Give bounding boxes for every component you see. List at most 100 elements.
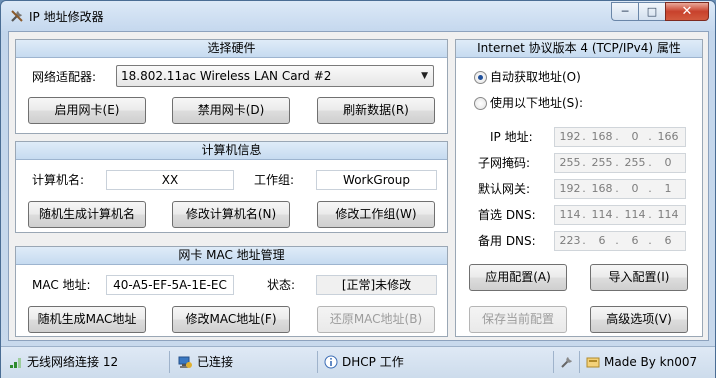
ip-octet: 6 <box>664 234 672 247</box>
auto-address-radio[interactable] <box>474 71 487 84</box>
ip-octet: 255 <box>624 156 646 169</box>
subnet-mask-field[interactable]: 255. 255. 255. 0 <box>554 153 686 173</box>
author-label: Made By kn007 <box>604 355 698 369</box>
dot: . <box>648 208 652 221</box>
connection-state: 已连接 <box>197 355 234 369</box>
divider <box>169 351 170 373</box>
alternate-dns-label: 备用 DNS: <box>478 234 536 248</box>
mac-address-field[interactable]: 40-A5-EF-5A-1E-EC <box>106 275 234 295</box>
ip-octet: 255 <box>559 156 581 169</box>
ip-octet: 166 <box>657 130 679 143</box>
author-icon <box>586 357 600 368</box>
network-signal-icon <box>10 358 21 368</box>
window-controls: ─ □ ✕ <box>611 2 709 22</box>
ip-octet: 0 <box>664 156 672 169</box>
chevron-down-icon: ▼ <box>421 71 428 81</box>
mac-status-field: [正常]未修改 <box>316 275 437 295</box>
random-computer-name-button[interactable]: 随机生成计算机名 <box>28 201 146 228</box>
divider <box>317 351 318 373</box>
modify-workgroup-button[interactable]: 修改工作组(W) <box>317 201 435 228</box>
save-config-button[interactable]: 保存当前配置 <box>469 306 567 333</box>
adapter-select[interactable]: 18.802.11ac Wireless LAN Card #2 ▼ <box>116 65 434 87</box>
dot: . <box>582 234 586 247</box>
tools-icon <box>11 10 23 22</box>
ip-octet: 192 <box>559 182 581 195</box>
alternate-dns-field[interactable]: 223. 6. 6. 6 <box>554 231 686 251</box>
default-gateway-field[interactable]: 192. 168. 0. 1 <box>554 179 686 199</box>
status-bar: 无线网络连接 12 已连接 DHCP 工作 Made By kn007 <box>1 346 715 378</box>
workgroup-field[interactable]: WorkGroup <box>316 170 437 190</box>
dot: . <box>648 234 652 247</box>
computer-header: 计算机信息 <box>16 142 447 160</box>
title-bar: IP 地址修改器 ─ □ ✕ <box>1 1 715 31</box>
import-config-button[interactable]: 导入配置(I) <box>590 264 688 291</box>
ipv4-group: Internet 协议版本 4 (TCP/IPv4) 属性 自动获取地址(O) … <box>455 39 703 337</box>
client-area: 选择硬件 网络适配器: 18.802.11ac Wireless LAN Car… <box>8 31 709 341</box>
dot: . <box>582 208 586 221</box>
mac-header: 网卡 MAC 地址管理 <box>16 247 447 265</box>
ip-octet: 223 <box>559 234 581 247</box>
ip-address-label: IP 地址: <box>490 130 533 144</box>
ip-address-field[interactable]: 192. 168. 0. 166 <box>554 127 686 147</box>
adapter-select-value: 18.802.11ac Wireless LAN Card #2 <box>121 69 332 83</box>
ip-octet: 6 <box>598 234 606 247</box>
refresh-data-button[interactable]: 刷新数据(R) <box>317 97 435 124</box>
dot: . <box>582 130 586 143</box>
ipv4-header: Internet 协议版本 4 (TCP/IPv4) 属性 <box>456 40 702 58</box>
minimize-button[interactable]: ─ <box>611 2 638 21</box>
network-connected-icon <box>178 356 192 368</box>
dot: . <box>648 182 652 195</box>
workgroup-label: 工作组: <box>254 173 295 187</box>
auto-address-label[interactable]: 自动获取地址(O) <box>490 69 581 85</box>
random-mac-button[interactable]: 随机生成MAC地址 <box>28 306 146 333</box>
subnet-mask-label: 子网掩码: <box>478 156 531 170</box>
ip-octet: 0 <box>631 130 639 143</box>
ip-octet: 114 <box>657 208 679 221</box>
mac-group: 网卡 MAC 地址管理 MAC 地址: 40-A5-EF-5A-1E-EC 状态… <box>15 246 448 337</box>
computer-name-label: 计算机名: <box>32 173 85 187</box>
app-window: IP 地址修改器 ─ □ ✕ 选择硬件 网络适配器: 18.802.11ac W… <box>0 0 716 378</box>
ip-octet: 255 <box>591 156 613 169</box>
ip-octet: 192 <box>559 130 581 143</box>
manual-address-radio[interactable] <box>474 97 487 110</box>
mac-status-label: 状态: <box>267 278 296 292</box>
disable-adapter-button[interactable]: 禁用网卡(D) <box>172 97 290 124</box>
mac-address-label: MAC 地址: <box>32 278 91 292</box>
dot: . <box>582 156 586 169</box>
ip-octet: 6 <box>631 234 639 247</box>
dot: . <box>615 130 619 143</box>
maximize-button[interactable]: □ <box>638 2 665 21</box>
apply-config-button[interactable]: 应用配置(A) <box>469 264 567 291</box>
connection-name: 无线网络连接 12 <box>27 355 119 369</box>
dot: . <box>615 234 619 247</box>
ip-octet: 168 <box>591 130 613 143</box>
info-icon <box>324 355 338 369</box>
close-button[interactable]: ✕ <box>665 2 709 21</box>
advanced-options-button[interactable]: 高级选项(V) <box>590 306 688 333</box>
modify-mac-button[interactable]: 修改MAC地址(F) <box>172 306 290 333</box>
dot: . <box>615 156 619 169</box>
manual-address-label[interactable]: 使用以下地址(S): <box>490 95 583 111</box>
enable-adapter-button[interactable]: 启用网卡(E) <box>28 97 146 124</box>
hardware-group: 选择硬件 网络适配器: 18.802.11ac Wireless LAN Car… <box>15 39 448 134</box>
ip-octet: 1 <box>664 182 672 195</box>
dot: . <box>615 208 619 221</box>
divider <box>579 351 580 373</box>
tools-icon <box>561 357 572 368</box>
ip-octet: 0 <box>631 182 639 195</box>
dot: . <box>615 182 619 195</box>
default-gateway-label: 默认网关: <box>478 182 531 196</box>
preferred-dns-label: 首选 DNS: <box>478 208 536 222</box>
hardware-header: 选择硬件 <box>16 40 447 58</box>
computer-name-field[interactable]: XX <box>106 170 234 190</box>
ip-octet: 114 <box>559 208 581 221</box>
ip-octet: 114 <box>591 208 613 221</box>
adapter-label: 网络适配器: <box>32 70 97 84</box>
preferred-dns-field[interactable]: 114. 114. 114. 114 <box>554 205 686 225</box>
restore-mac-button[interactable]: 还原MAC地址(B) <box>317 306 435 333</box>
ip-octet: 114 <box>624 208 646 221</box>
modify-computer-name-button[interactable]: 修改计算机名(N) <box>172 201 290 228</box>
dot: . <box>648 156 652 169</box>
dot: . <box>582 182 586 195</box>
dot: . <box>648 130 652 143</box>
